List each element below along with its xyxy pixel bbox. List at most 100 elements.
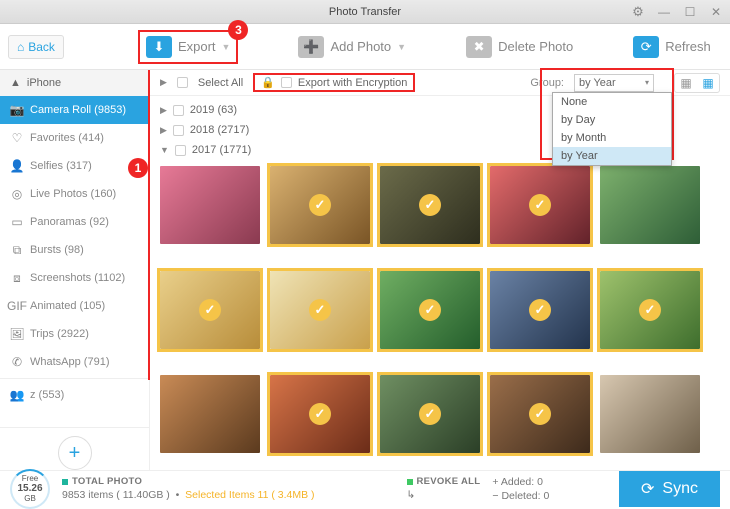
total-photo-label: TOTAL PHOTO: [72, 476, 142, 487]
sidebar-item[interactable]: ✆WhatsApp (791): [0, 348, 149, 376]
subtoolbar: ▶ Select All 🔒 Export with Encryption Gr…: [150, 70, 730, 96]
view-grid-small-icon[interactable]: ▦: [697, 74, 719, 92]
close-icon[interactable]: ✕: [706, 4, 726, 20]
sidebar-item[interactable]: 📷Camera Roll (9853): [0, 96, 149, 124]
revoke-all-label[interactable]: REVOKE ALL: [417, 476, 481, 487]
photo-thumbnail[interactable]: ✓: [490, 166, 590, 244]
maximize-icon[interactable]: ☐: [680, 4, 700, 20]
photo-thumbnail[interactable]: ✓: [380, 271, 480, 349]
chevron-right-icon: ▶: [160, 125, 167, 136]
chevron-right-icon: ▶: [160, 105, 167, 116]
sidebar-item[interactable]: ♡ Favorites (414): [0, 124, 149, 152]
back-button[interactable]: ⌂ Back: [8, 35, 64, 59]
select-all-checkbox[interactable]: [177, 77, 188, 88]
photo-thumbnail[interactable]: ✓: [380, 166, 480, 244]
add-photo-button[interactable]: ➕ Add Photo ▼: [298, 30, 406, 64]
export-label: Export: [178, 39, 216, 54]
refresh-label: Refresh: [665, 39, 711, 54]
expand-all-icon[interactable]: ▶: [160, 77, 167, 88]
toolbar: ⌂ Back ⬇ Export ▼ 3 ➕ Add Photo ▼ ✖ Dele…: [0, 24, 730, 70]
device-name: iPhone: [27, 77, 61, 89]
photo-thumbnail[interactable]: ✓: [270, 375, 370, 453]
album-icon: 📷: [10, 103, 24, 117]
added-label: Added:: [501, 476, 534, 488]
photo-thumbnail[interactable]: ✓: [490, 375, 590, 453]
sync-icon: ⟳: [641, 479, 654, 499]
album-icon: ⧉: [10, 243, 24, 258]
sidebar-item-label: Animated (105): [30, 300, 105, 312]
check-icon: ✓: [529, 403, 551, 425]
check-icon: ✓: [309, 299, 331, 321]
deleted-label: Deleted:: [501, 490, 540, 502]
photo-thumbnail[interactable]: ✓: [270, 271, 370, 349]
group-option[interactable]: by Month: [553, 129, 671, 147]
view-toggle: ▦ ▦: [674, 73, 720, 93]
year-label: 2017 (1771): [192, 144, 251, 156]
sidebar-item-label: WhatsApp (791): [30, 356, 109, 368]
sidebar-item[interactable]: 🖼Trips (2922): [0, 320, 149, 348]
check-icon: ✓: [529, 299, 551, 321]
group-option[interactable]: None: [553, 93, 671, 111]
device-collapse-icon: ▲: [10, 77, 21, 89]
sidebar-item[interactable]: ▭ Panoramas (92): [0, 208, 149, 236]
sidebar-item[interactable]: ◎Live Photos (160): [0, 180, 149, 208]
chevron-down-icon: ▼: [397, 42, 406, 52]
divider: [0, 427, 149, 428]
add-album-button[interactable]: +: [58, 436, 92, 470]
minimize-icon[interactable]: —: [654, 4, 674, 20]
view-grid-large-icon[interactable]: ▦: [675, 74, 697, 92]
sidebar-item-label: Trips (2922): [30, 328, 89, 340]
photo-thumbnail[interactable]: [160, 166, 260, 244]
photo-thumbnail[interactable]: [160, 375, 260, 453]
sidebar-item[interactable]: 👥z (553): [0, 381, 149, 409]
photo-thumbnail[interactable]: ✓: [160, 271, 260, 349]
sidebar-item[interactable]: ⧉ Bursts (98): [0, 236, 149, 264]
sync-button[interactable]: ⟳ Sync: [619, 471, 720, 507]
total-items-text: 9853 items ( 11.40GB ): [62, 489, 170, 501]
gear-icon[interactable]: ⚙: [628, 4, 648, 20]
free-unit: GB: [24, 494, 36, 503]
callout-1: 1: [128, 158, 148, 178]
year-checkbox[interactable]: [173, 125, 184, 136]
export-icon: ⬇: [146, 36, 172, 58]
revoke-arrow-icon: ↳: [407, 489, 481, 501]
selected-items-text: Selected Items 11 ( 3.4MB ): [185, 489, 314, 501]
photo-thumbnail[interactable]: ✓: [600, 271, 700, 349]
sidebar: 1 ▲ iPhone 📷Camera Roll (9853) ♡ Favorites…: [0, 70, 150, 470]
album-icon: GIF: [10, 299, 24, 313]
sidebar-item-label: Live Photos (160): [30, 188, 116, 200]
sidebar-item-label: z (553): [30, 389, 64, 401]
export-encryption-toggle[interactable]: 🔒 Export with Encryption: [253, 73, 415, 92]
sidebar-item[interactable]: 👤Selfies (317): [0, 152, 149, 180]
sidebar-item[interactable]: GIF Animated (105): [0, 292, 149, 320]
photo-thumbnail[interactable]: ✓: [490, 271, 590, 349]
refresh-button[interactable]: ⟳ Refresh: [633, 30, 711, 64]
sidebar-item-label: Favorites (414): [30, 132, 104, 144]
year-checkbox[interactable]: [175, 145, 186, 156]
check-icon: ✓: [639, 299, 661, 321]
footer: Free 15.26 GB TOTAL PHOTO 9853 items ( 1…: [0, 470, 730, 506]
chevron-down-icon: ▼: [222, 42, 231, 52]
photo-image: [160, 166, 260, 244]
chevron-down-icon: ▼: [160, 145, 169, 155]
lock-icon: 🔒: [261, 76, 275, 89]
album-icon: ▭: [10, 215, 24, 229]
encryption-checkbox[interactable]: [281, 77, 292, 88]
photo-thumbnail[interactable]: ✓: [380, 375, 480, 453]
export-button[interactable]: ⬇ Export ▼ 3: [138, 30, 239, 64]
group-option[interactable]: by Year: [553, 147, 671, 165]
delete-photo-button[interactable]: ✖ Delete Photo: [466, 30, 573, 64]
photo-thumbnail[interactable]: ✓: [270, 166, 370, 244]
sidebar-item-label: Panoramas (92): [30, 216, 109, 228]
select-all-label: Select All: [198, 77, 243, 89]
sidebar-item[interactable]: ⧈Screenshots (1102): [0, 264, 149, 292]
year-checkbox[interactable]: [173, 105, 184, 116]
add-photo-icon: ➕: [298, 36, 324, 58]
photo-thumbnail[interactable]: [600, 166, 700, 244]
device-header[interactable]: ▲ iPhone: [0, 70, 149, 96]
delete-photo-icon: ✖: [466, 36, 492, 58]
group-option[interactable]: by Day: [553, 111, 671, 129]
album-icon: ♡: [10, 131, 24, 145]
photo-thumbnail[interactable]: [600, 375, 700, 453]
sidebar-item-label: Bursts (98): [30, 244, 84, 256]
